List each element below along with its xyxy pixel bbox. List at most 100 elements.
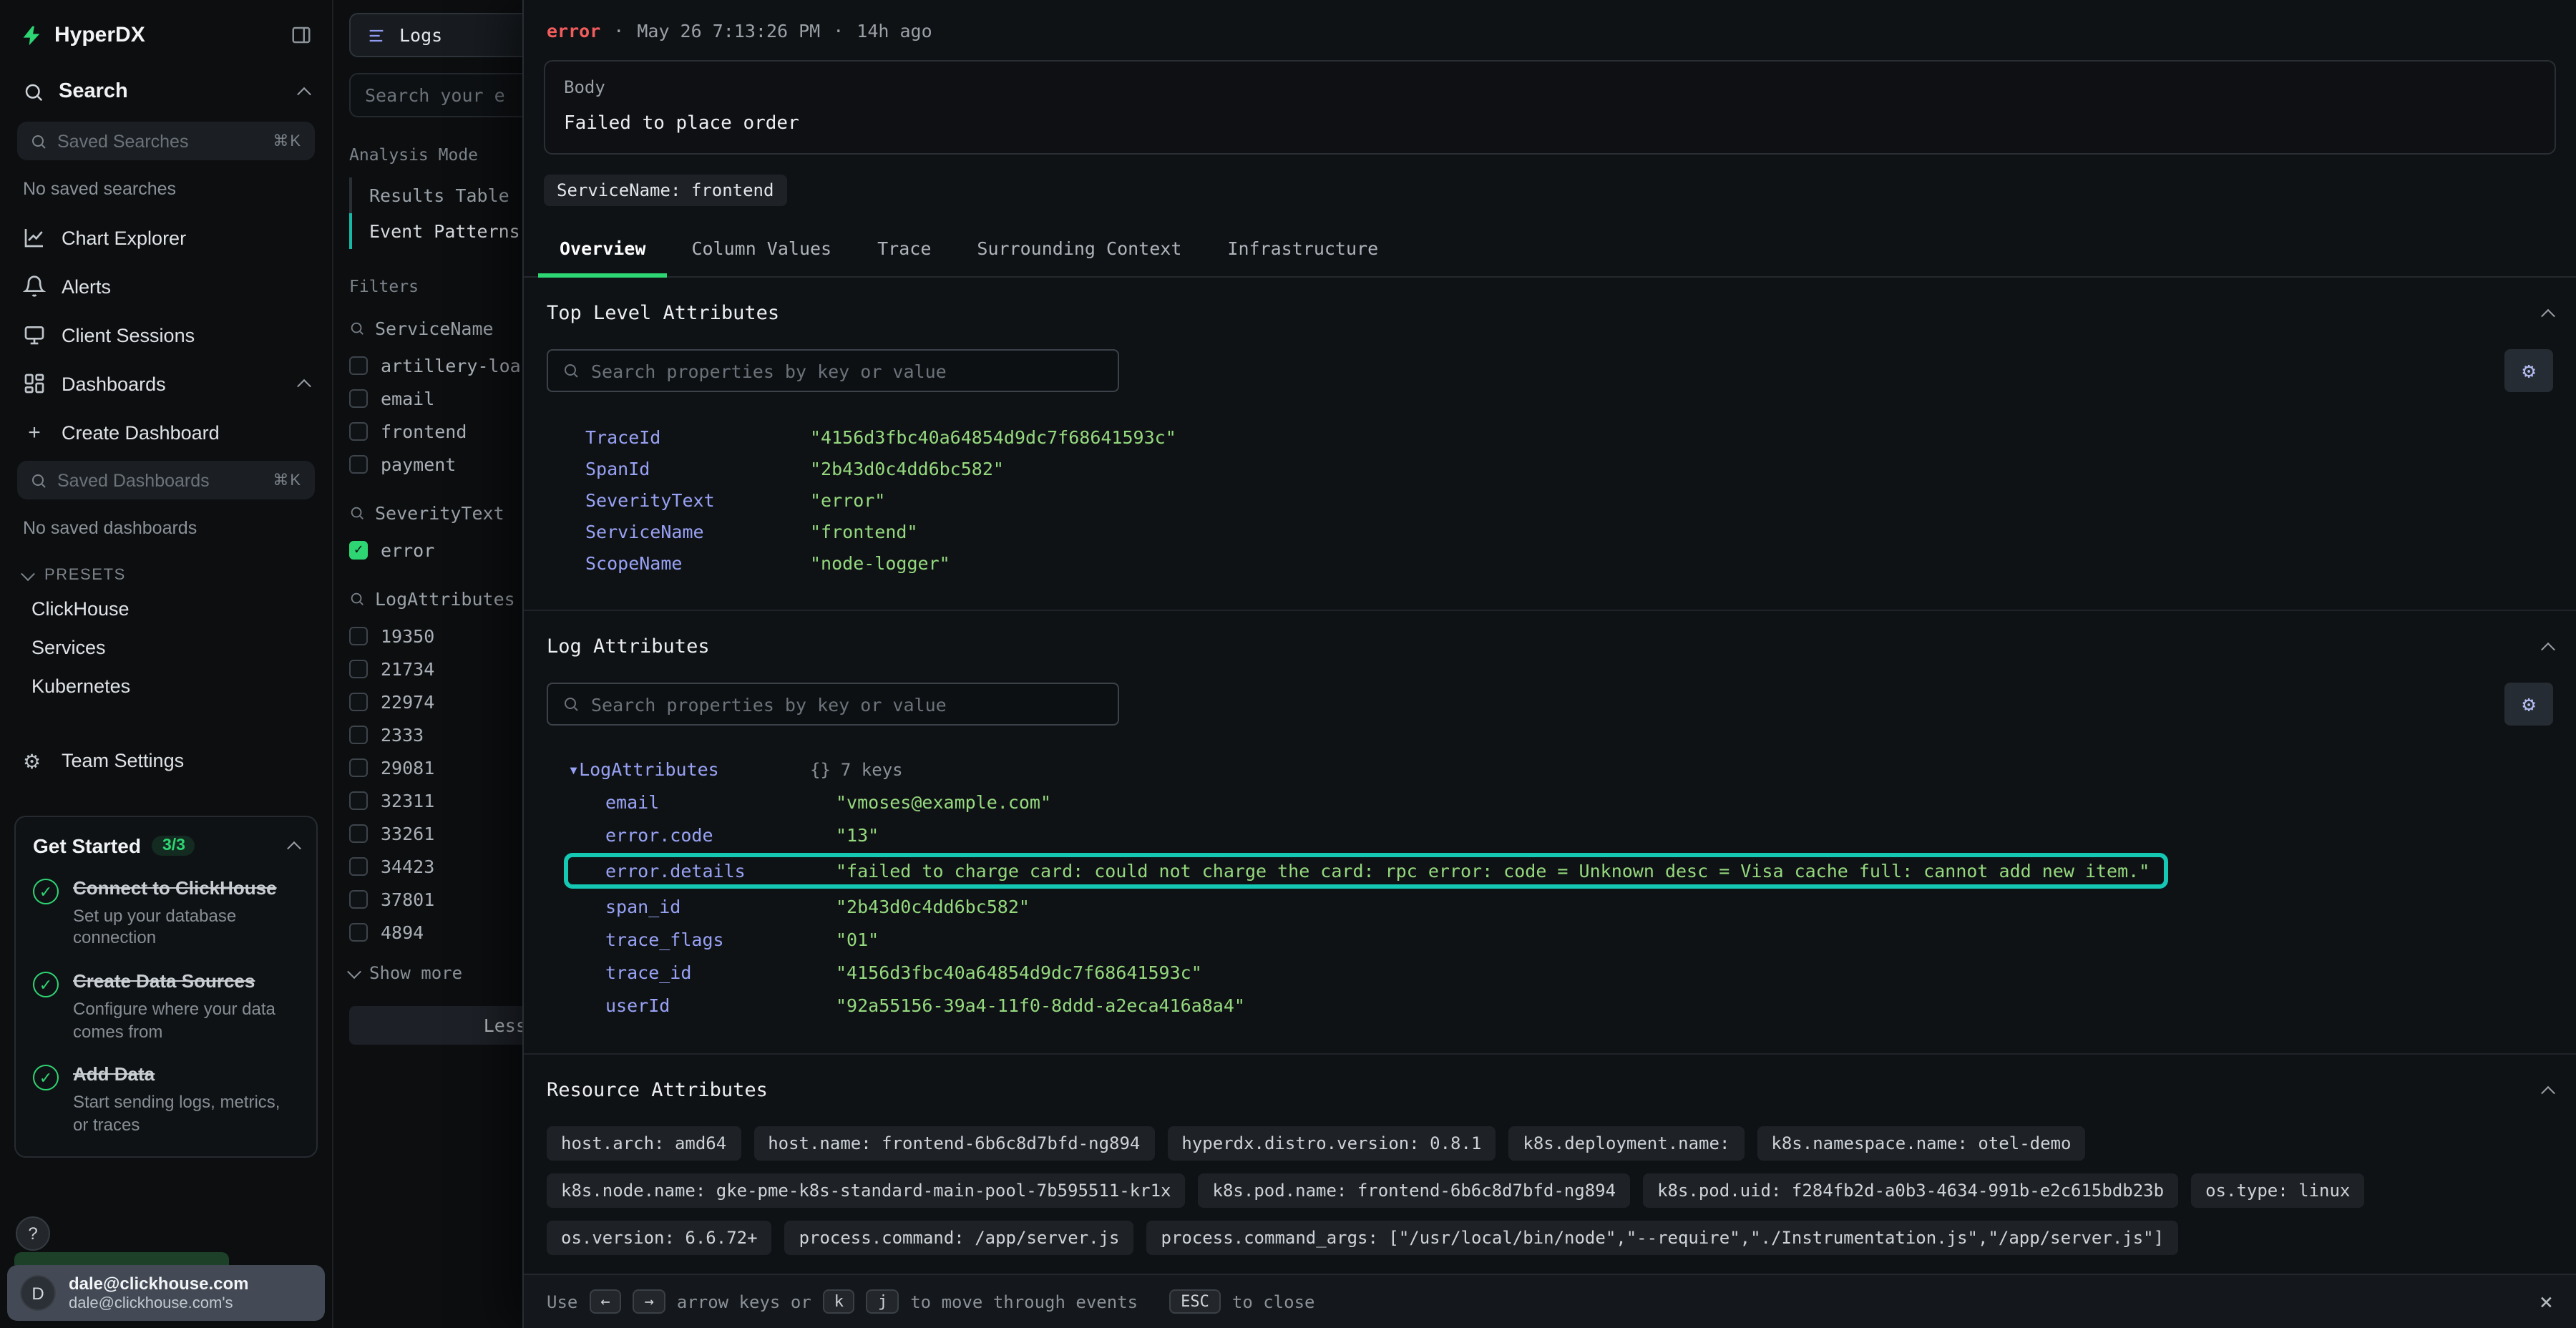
facet-value-row[interactable]: 4894: [349, 916, 522, 949]
tab-overview[interactable]: Overview: [538, 223, 667, 276]
preset-item-kubernetes[interactable]: Kubernetes: [0, 667, 332, 706]
settings-gear-button[interactable]: ⚙: [2504, 683, 2553, 726]
facet-value-row[interactable]: ✓error: [349, 534, 522, 567]
sidebar-item-team-settings[interactable]: ⚙ Team Settings: [0, 737, 332, 784]
mode-option-event-patterns[interactable]: Event Patterns: [349, 213, 522, 249]
facet-value-row[interactable]: 37801: [349, 883, 522, 916]
checkbox-checked[interactable]: ✓: [349, 541, 368, 560]
resource-chip[interactable]: process.command_args: ["/usr/local/bin/n…: [1147, 1221, 2179, 1255]
saved-dashboards-field[interactable]: [57, 470, 263, 490]
checkbox[interactable]: [349, 389, 368, 408]
attribute-row[interactable]: trace_flags"01": [547, 923, 2553, 956]
mode-option-results-table[interactable]: Results Table: [349, 177, 522, 213]
facet-value-row[interactable]: payment: [349, 448, 522, 481]
checkbox[interactable]: [349, 660, 368, 678]
preset-item-clickhouse[interactable]: ClickHouse: [0, 590, 332, 628]
create-dashboard-button[interactable]: + Create Dashboard: [0, 408, 332, 458]
resource-chip[interactable]: k8s.pod.name: frontend-6b6c8d7bfd-ng894: [1199, 1173, 1631, 1208]
checkbox[interactable]: [349, 422, 368, 441]
resource-chip[interactable]: os.version: 6.6.72+: [547, 1221, 772, 1255]
attribute-row[interactable]: TraceId"4156d3fbc40a64854d9dc7f68641593c…: [547, 421, 2553, 452]
hidden-button-sliver[interactable]: [14, 1252, 229, 1265]
attribute-row[interactable]: SpanId"2b43d0c4dd6bc582": [547, 452, 2553, 484]
help-button[interactable]: ?: [16, 1216, 50, 1251]
attribute-row[interactable]: trace_id"4156d3fbc40a64854d9dc7f68641593…: [547, 956, 2553, 989]
less-filters-button[interactable]: Less filters: [349, 1006, 522, 1045]
checkbox[interactable]: [349, 923, 368, 942]
presets-toggle[interactable]: PRESETS: [0, 552, 332, 590]
log-attributes-tree-root[interactable]: ▾LogAttributes {}7 keys: [547, 753, 2553, 786]
get-started-step-sources[interactable]: ✓ Create Data Sources Configure where yo…: [33, 970, 299, 1043]
collapse-section-icon[interactable]: [2541, 308, 2555, 323]
sidebar-item-alerts[interactable]: Alerts: [0, 262, 332, 311]
facet-value-row[interactable]: 22974: [349, 685, 522, 718]
facet-value-row[interactable]: 29081: [349, 751, 522, 784]
attribute-row[interactable]: SeverityText"error": [547, 484, 2553, 515]
resource-chip[interactable]: k8s.namespace.name: otel-demo: [1757, 1126, 2085, 1161]
resource-chip[interactable]: host.arch: amd64: [547, 1126, 741, 1161]
checkbox[interactable]: [349, 824, 368, 843]
attribute-row[interactable]: ServiceName"frontend": [547, 515, 2553, 547]
collapse-sidebar-icon[interactable]: [291, 24, 312, 46]
settings-gear-button[interactable]: ⚙: [2504, 349, 2553, 392]
checkbox[interactable]: [349, 356, 368, 375]
attribute-row-error-details-highlighted[interactable]: error.details"failed to charge card: cou…: [547, 851, 2553, 890]
facet-servicename-header[interactable]: ServiceName: [349, 318, 522, 339]
attribute-row[interactable]: email"vmoses@example.com": [547, 786, 2553, 819]
get-started-header[interactable]: Get Started 3/3: [33, 834, 299, 857]
facet-value-row[interactable]: frontend: [349, 415, 522, 448]
facet-value-row[interactable]: 19350: [349, 620, 522, 653]
facet-value-row[interactable]: 33261: [349, 817, 522, 850]
tab-surrounding-context[interactable]: Surrounding Context: [955, 223, 1203, 276]
attribute-row[interactable]: span_id"2b43d0c4dd6bc582": [547, 890, 2553, 923]
checkbox[interactable]: [349, 726, 368, 744]
property-search-input[interactable]: [547, 349, 1119, 392]
source-select-button[interactable]: Logs: [349, 13, 522, 57]
service-name-tag[interactable]: ServiceName: frontend: [544, 175, 786, 206]
resource-chip[interactable]: process.command: /app/server.js: [785, 1221, 1134, 1255]
resource-chip[interactable]: hyperdx.distro.version: 0.8.1: [1167, 1126, 1496, 1161]
facet-value-row[interactable]: artillery-loa: [349, 349, 522, 382]
resource-chip[interactable]: k8s.pod.uid: f284fb2d-a0b3-4634-991b-e2c…: [1643, 1173, 2178, 1208]
property-search-input[interactable]: [547, 683, 1119, 726]
checkbox[interactable]: [349, 758, 368, 777]
sidebar-item-dashboards[interactable]: Dashboards: [0, 359, 332, 408]
attribute-row[interactable]: ScopeName"node-logger": [547, 547, 2553, 578]
event-search-input[interactable]: [349, 73, 522, 117]
property-search-field[interactable]: [591, 693, 1103, 715]
resource-chip[interactable]: k8s.deployment.name:: [1508, 1126, 1744, 1161]
facet-value-row[interactable]: 32311: [349, 784, 522, 817]
property-search-field[interactable]: [591, 360, 1103, 381]
sidebar-item-chart-explorer[interactable]: Chart Explorer: [0, 213, 332, 262]
facet-severitytext-header[interactable]: SeverityText: [349, 502, 522, 524]
checkbox[interactable]: [349, 455, 368, 474]
checkbox[interactable]: [349, 791, 368, 810]
tab-trace[interactable]: Trace: [856, 223, 952, 276]
facet-value-row[interactable]: 21734: [349, 653, 522, 685]
saved-searches-field[interactable]: [57, 131, 263, 151]
resource-chip[interactable]: host.name: frontend-6b6c8d7bfd-ng894: [753, 1126, 1154, 1161]
close-panel-icon[interactable]: ×: [2540, 1288, 2553, 1315]
attribute-row[interactable]: userId"92a55156-39a4-11f0-8ddd-a2eca416a…: [547, 989, 2553, 1022]
facet-value-row[interactable]: 34423: [349, 850, 522, 883]
tab-infrastructure[interactable]: Infrastructure: [1206, 223, 1400, 276]
facet-logattributes-header[interactable]: LogAttributes: [349, 588, 522, 610]
show-more-button[interactable]: Show more: [349, 963, 522, 983]
collapse-section-icon[interactable]: [2541, 642, 2555, 656]
facet-value-row[interactable]: email: [349, 382, 522, 415]
resource-chip[interactable]: k8s.node.name: gke-pme-k8s-standard-main…: [547, 1173, 1186, 1208]
saved-searches-input[interactable]: ⌘K: [17, 122, 315, 160]
checkbox[interactable]: [349, 857, 368, 876]
user-menu[interactable]: D dale@clickhouse.com dale@clickhouse.co…: [7, 1265, 325, 1321]
checkbox[interactable]: [349, 693, 368, 711]
facet-value-row[interactable]: 2333: [349, 718, 522, 751]
tab-column-values[interactable]: Column Values: [670, 223, 853, 276]
sidebar-item-search[interactable]: Search: [0, 64, 332, 119]
checkbox[interactable]: [349, 890, 368, 909]
attribute-row[interactable]: error.code"13": [547, 819, 2553, 851]
preset-item-services[interactable]: Services: [0, 628, 332, 667]
get-started-step-connect[interactable]: ✓ Connect to ClickHouse Set up your data…: [33, 877, 299, 950]
get-started-step-add-data[interactable]: ✓ Add Data Start sending logs, metrics, …: [33, 1063, 299, 1136]
event-search-field[interactable]: [365, 84, 522, 106]
collapse-section-icon[interactable]: [2541, 1085, 2555, 1100]
